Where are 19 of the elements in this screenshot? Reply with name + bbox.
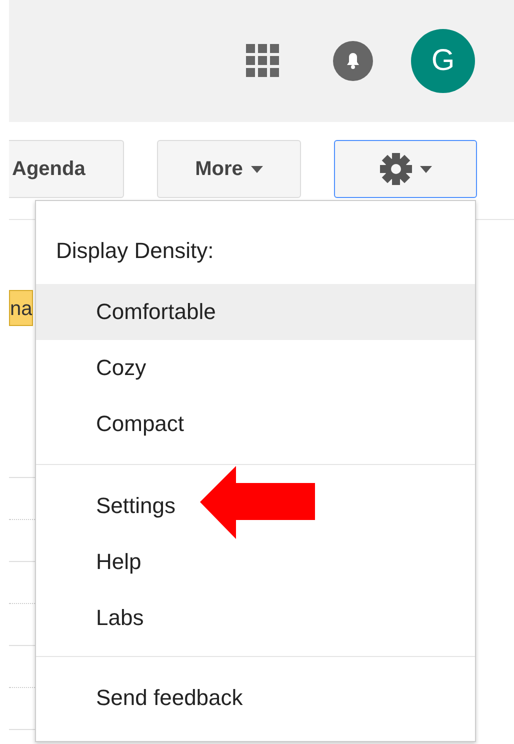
menu-item[interactable]: Settings [36, 478, 475, 534]
density-option[interactable]: Compact [36, 396, 475, 452]
density-option[interactable]: Cozy [36, 340, 475, 396]
caret-icon [250, 166, 263, 172]
menu-item[interactable]: Send feedback [36, 670, 475, 726]
caret-icon [420, 166, 432, 172]
arrow-icon [200, 466, 316, 540]
menu-item[interactable]: Help [36, 534, 475, 590]
menu-heading: Display Density: [55, 237, 215, 265]
menu-item[interactable]: Labs [36, 590, 475, 646]
settings-icon [380, 153, 412, 185]
avatar[interactable]: G [411, 29, 475, 93]
more-button[interactable]: More [157, 140, 301, 198]
event-chip[interactable]: na [9, 290, 33, 326]
notification-bell-icon[interactable] [333, 41, 373, 81]
apps-grid-icon[interactable] [246, 44, 280, 78]
density-option[interactable]: Comfortable [36, 284, 475, 340]
settings-button[interactable] [334, 140, 477, 198]
view-button[interactable]: Agenda [9, 140, 124, 198]
